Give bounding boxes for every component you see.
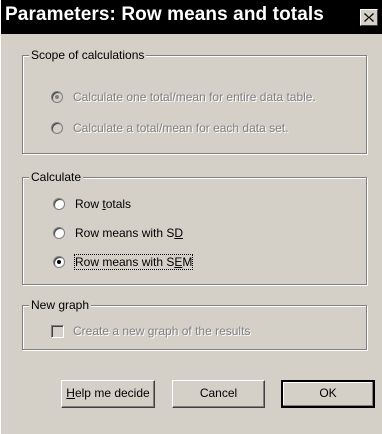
close-button[interactable]: [360, 9, 378, 26]
scope-option-label: Calculate one total/mean for entire data…: [73, 90, 316, 104]
scope-legend: Scope of calculations: [29, 48, 147, 62]
title-bar[interactable]: Parameters: Row means and totals: [1, 0, 382, 34]
new-graph-checkbox[interactable]: [51, 325, 64, 338]
new-graph-checkbox-label: Create a new graph of the results: [73, 324, 251, 338]
window-title: Parameters: Row means and totals: [5, 4, 324, 25]
cancel-button[interactable]: Cancel: [172, 380, 265, 408]
radio-button[interactable]: [53, 227, 65, 239]
parameters-dialog: Parameters: Row means and totals Scope o…: [0, 0, 382, 434]
new-graph-legend: New graph: [29, 298, 92, 312]
new-graph-group: New graph Create a new graph of the resu…: [22, 298, 367, 350]
ok-button[interactable]: OK: [281, 380, 375, 408]
calculate-option-label: Row totals: [75, 197, 132, 211]
calculate-option-label: Row means with SD: [75, 226, 184, 240]
calculate-group: Calculate Row totals Row means with SD R…: [22, 170, 367, 285]
help-me-decide-button[interactable]: Help me decide: [61, 380, 155, 408]
scope-group: Scope of calculations Calculate one tota…: [22, 48, 367, 154]
radio-button[interactable]: [51, 91, 63, 103]
radio-button[interactable]: [51, 122, 63, 134]
scope-option-label: Calculate a total/mean for each data set…: [73, 121, 289, 135]
radio-button[interactable]: [53, 256, 65, 268]
close-icon: [364, 13, 374, 22]
radio-button[interactable]: [53, 198, 65, 210]
calculate-legend: Calculate: [29, 170, 84, 184]
calculate-option-label: Row means with SEM: [73, 254, 194, 270]
